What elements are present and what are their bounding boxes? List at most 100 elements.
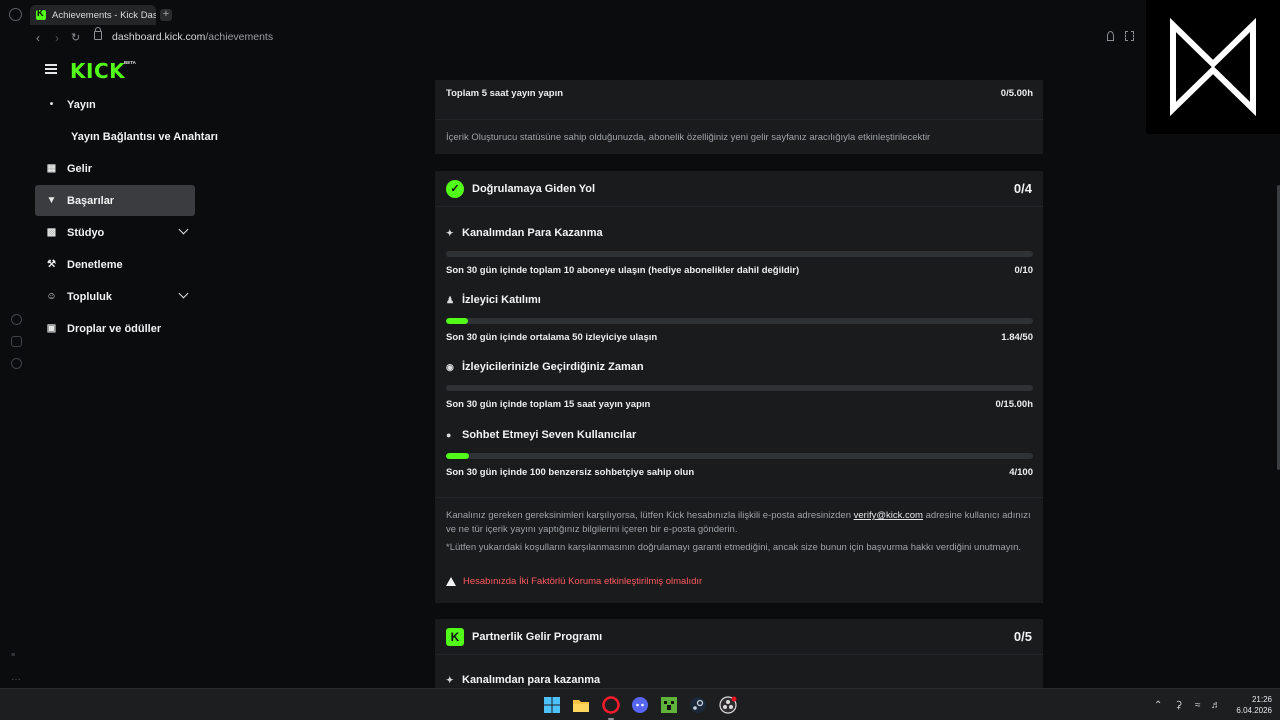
browser-tab[interactable]: Achievements - Kick Dashboard xyxy=(30,5,156,25)
sidebar-item-topluluk[interactable]: ☺ Topluluk xyxy=(35,281,195,312)
extensions-icon[interactable] xyxy=(11,336,22,347)
requirement-row: Son 30 gün içinde toplam 15 saat yayın y… xyxy=(446,399,1033,410)
chevron-down-icon[interactable] xyxy=(178,224,189,235)
community-icon: ☺ xyxy=(46,291,57,302)
verification-note: Kanalınız gereken gereksinimleri karşılı… xyxy=(446,509,1033,536)
subscription-card: Toplam 5 saat yayın yapın 0/5.00h İçerik… xyxy=(435,80,1043,154)
divider xyxy=(435,119,1043,120)
browser-tab-bar: Achievements - Kick Dashboard + xyxy=(0,0,1280,28)
chevron-down-icon[interactable] xyxy=(178,288,189,299)
chart-icon: ▦ xyxy=(46,163,57,174)
sidebar-item-label: Denetleme xyxy=(67,258,123,271)
achievement-item: ◉ İzleyicilerinizle Geçirdiğiniz Zaman So… xyxy=(446,361,1033,410)
verified-badge-icon: ✓ xyxy=(446,179,464,198)
verification-card: ✓ Doğrulamaya Giden Yol 0/4 ✦ Kanalımdan … xyxy=(435,171,1043,603)
url-field[interactable]: dashboard.kick.com/achievements xyxy=(112,31,273,43)
requirement-value: 0/5.00h xyxy=(1000,88,1033,99)
url-path: /achievements xyxy=(205,31,274,43)
studio-icon: ▩ xyxy=(46,227,57,238)
requirement-text: Son 30 gün içinde toplam 15 saat yayın y… xyxy=(446,399,651,410)
broadcast-icon: • xyxy=(49,99,54,110)
system-clock[interactable]: 21:26 6.04.2026 xyxy=(1232,694,1272,716)
card-count: 0/5 xyxy=(1013,629,1032,644)
minecraft-icon[interactable] xyxy=(660,696,678,714)
progress-bar xyxy=(446,251,1033,257)
wifi-icon[interactable]: ≈ xyxy=(1195,700,1201,711)
card-title: Doğrulamaya Giden Yol xyxy=(472,182,596,195)
trophy-icon: ▼ xyxy=(46,195,57,206)
sidebar-item-label: Topluluk xyxy=(67,290,113,303)
file-explorer-icon[interactable] xyxy=(572,696,590,714)
warning-icon xyxy=(446,577,456,586)
back-icon[interactable]: ‹ xyxy=(36,31,40,45)
progress-bar xyxy=(446,318,1033,324)
progress-fill xyxy=(446,453,470,459)
sidebar-item-denetleme[interactable]: ⚒ Denetleme xyxy=(35,249,195,280)
card-count: 0/4 xyxy=(1013,181,1032,196)
sidebar-item-droplar[interactable]: ▣ Droplar ve ödüller xyxy=(35,313,195,344)
progress-bar xyxy=(446,453,1033,459)
requirement-row: Son 30 gün içinde 100 benzersiz sohbetçi… xyxy=(446,467,1033,478)
clock-date: 6.04.2026 xyxy=(1236,706,1272,715)
achievement-name: Sohbet Etmeyi Seven Kullanıcılar xyxy=(462,429,637,441)
viewers-icon: ♟ xyxy=(446,294,455,305)
requirement-row: Toplam 5 saat yayın yapın 0/5.00h xyxy=(446,88,1033,99)
requirement-text: Son 30 gün içinde ortalama 50 izleyiciye… xyxy=(446,332,658,343)
requirement-value: 0/10 xyxy=(1014,265,1034,276)
gift-icon: ▣ xyxy=(46,323,57,334)
kick-badge-icon: K xyxy=(446,627,464,646)
sparkle-icon: ✦ xyxy=(446,227,454,238)
volume-icon[interactable]: ♬ xyxy=(1211,700,1221,711)
steam-icon[interactable] xyxy=(689,696,707,714)
achievement-item: ● Sohbet Etmeyi Seven Kullanıcılar Son 30… xyxy=(446,429,1033,478)
lock-icon xyxy=(94,27,102,40)
opera-browser-icon[interactable] xyxy=(602,696,620,714)
tray-expand-icon[interactable]: ⌃ xyxy=(1154,700,1162,711)
chat-icon: ● xyxy=(446,430,452,440)
new-tab-button[interactable]: + xyxy=(160,9,172,21)
requirement-value: 0/15.00h xyxy=(995,399,1034,410)
sparkle-icon: ✦ xyxy=(446,674,454,685)
sidebar-item-label: Yayın xyxy=(67,98,96,111)
beta-label: BETA xyxy=(124,60,136,65)
windows-start-icon[interactable] xyxy=(543,696,561,714)
sidebar-item-label: Başarılar xyxy=(67,194,115,207)
verify-email-link[interactable]: verify@kick.com xyxy=(854,510,923,521)
note-text: Kanalınız gereken gereksinimleri karşılı… xyxy=(446,510,851,521)
requirement-row: Son 30 gün içinde ortalama 50 izleyiciye… xyxy=(446,332,1033,343)
requirement-text: Son 30 gün içinde 100 benzersiz sohbetçi… xyxy=(446,467,695,478)
sidebar-item-gelir[interactable]: ▦ Gelir xyxy=(35,153,195,184)
kick-favicon-icon xyxy=(36,8,46,20)
reload-icon[interactable]: ↻ xyxy=(71,31,80,44)
hamburger-menu-icon[interactable] xyxy=(45,64,57,74)
settings-icon[interactable] xyxy=(11,358,22,369)
sidebar-item-yayin[interactable]: • Yayın xyxy=(35,89,195,120)
obs-studio-icon[interactable] xyxy=(719,696,737,714)
requirement-text: Son 30 gün içinde toplam 10 aboneye ulaş… xyxy=(446,265,800,276)
discord-icon[interactable] xyxy=(631,696,649,714)
snapshot-icon[interactable] xyxy=(1125,31,1134,41)
forward-icon[interactable]: › xyxy=(55,31,59,45)
progress-bar xyxy=(446,385,1033,391)
more-icon[interactable]: … xyxy=(11,672,21,683)
sidebar-item-basarilar[interactable]: ▼ Başarılar xyxy=(35,185,195,216)
progress-fill xyxy=(446,318,468,324)
divider xyxy=(435,497,1043,498)
tab-title: Achievements - Kick Dashboard xyxy=(52,9,156,21)
achievement-name: Kanalımdan para kazanma xyxy=(462,674,601,686)
kick-logo[interactable]: KICK xyxy=(70,59,125,83)
wrench-icon: ⚒ xyxy=(47,259,56,270)
microphone-icon[interactable]: ⚳ xyxy=(1175,700,1182,711)
sidebar-item-stream-key[interactable]: Yayın Bağlantısı ve Anahtarı xyxy=(71,131,218,143)
pin-icon[interactable] xyxy=(1107,31,1114,41)
requirement-value: 4/100 xyxy=(1009,467,1033,478)
sidebar-item-label: Droplar ve ödüller xyxy=(67,322,162,335)
achievement-item: ♟ İzleyici Katılımı Son 30 gün içinde ort… xyxy=(446,294,1033,343)
card-title: Partnerlik Gelir Programı xyxy=(472,630,603,643)
sidebar-item-studyo[interactable]: ▩ Stüdyo xyxy=(35,217,195,248)
bowtie-logo-icon xyxy=(1170,17,1256,117)
opera-menu-icon[interactable] xyxy=(9,8,22,21)
history-icon[interactable] xyxy=(11,314,22,325)
taskbar: ⌃ ⚳ ≈ ♬ 21:26 6.04.2026 xyxy=(0,688,1280,720)
requirement-text: Toplam 5 saat yayın yapın xyxy=(446,88,564,99)
